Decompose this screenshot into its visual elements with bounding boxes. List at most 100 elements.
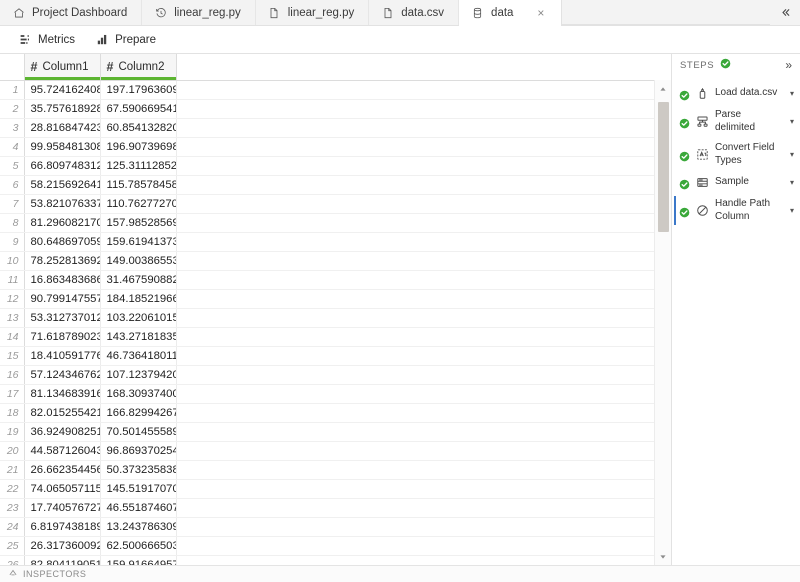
tab-data[interactable]: data × <box>459 0 563 26</box>
prepare-button[interactable]: Prepare <box>87 30 164 50</box>
cell-column1[interactable]: 81.1346839164 <box>24 384 101 404</box>
cell-column2[interactable]: 196.907396981 <box>100 137 177 157</box>
table-row[interactable]: 566.8097483121125.311128524 <box>0 156 654 176</box>
cell-column1[interactable]: 36.924908251 <box>24 422 101 442</box>
table-row[interactable]: 658.2156926413115.785784589 <box>0 175 654 195</box>
cell-column1[interactable]: 95.724162408 <box>24 80 101 100</box>
cell-column2[interactable]: 60.8541328206 <box>100 118 177 138</box>
tab-linear-reg-history[interactable]: linear_reg.py <box>142 0 256 25</box>
table-row[interactable]: 753.8210763379110.762772705 <box>0 194 654 214</box>
cell-column1[interactable]: 53.8210763379 <box>24 194 101 214</box>
scroll-up-icon[interactable] <box>655 80 671 97</box>
cell-column1[interactable]: 58.2156926413 <box>24 175 101 195</box>
cell-column1[interactable]: 90.799147557 <box>24 289 101 309</box>
table-row[interactable]: 2274.065057115145.519170708 <box>0 479 654 499</box>
cell-column2[interactable]: 46.5518746077 <box>100 498 177 518</box>
table-row[interactable]: 235.757618928167.5906695414 <box>0 99 654 119</box>
cell-column1[interactable]: 26.3173600923 <box>24 536 101 556</box>
column-header-column1[interactable]: # Column1 <box>24 54 101 81</box>
cell-column2[interactable]: 31.4675908827 <box>100 270 177 290</box>
cell-column2[interactable]: 67.5906695414 <box>100 99 177 119</box>
cell-column2[interactable]: 110.762772705 <box>100 194 177 214</box>
scrollbar-thumb[interactable] <box>658 102 669 232</box>
cell-column2[interactable]: 184.185219661 <box>100 289 177 309</box>
table-row[interactable]: 1116.863483686831.4675908827 <box>0 270 654 290</box>
cell-column1[interactable]: 28.8168474238 <box>24 118 101 138</box>
cell-column1[interactable]: 17.7405767273 <box>24 498 101 518</box>
scroll-down-icon[interactable] <box>655 548 671 565</box>
table-row[interactable]: 2682.8041190512159.916649576 <box>0 555 654 565</box>
inspectors-label[interactable]: INSPECTORS <box>23 569 86 579</box>
cell-column2[interactable]: 159.916649576 <box>100 555 177 565</box>
table-row[interactable]: 2044.587126043896.8693702549 <box>0 441 654 461</box>
cell-column1[interactable]: 35.7576189281 <box>24 99 101 119</box>
cell-column1[interactable]: 80.6486970595 <box>24 232 101 252</box>
cell-column1[interactable]: 6.8197438189 <box>24 517 101 537</box>
cell-column1[interactable]: 74.065057115 <box>24 479 101 499</box>
table-row[interactable]: 1290.799147557184.185219661 <box>0 289 654 309</box>
cell-column2[interactable]: 125.311128524 <box>100 156 177 176</box>
table-row[interactable]: 980.6486970595159.61941373 <box>0 232 654 252</box>
cell-column2[interactable]: 13.2437863094 <box>100 517 177 537</box>
chevron-down-icon[interactable]: ▾ <box>786 150 794 159</box>
cell-column2[interactable]: 159.61941373 <box>100 232 177 252</box>
table-row[interactable]: 1518.410591776946.7364180117 <box>0 346 654 366</box>
cell-column2[interactable]: 96.8693702549 <box>100 441 177 461</box>
table-row[interactable]: 881.2960821704157.98528569 <box>0 213 654 233</box>
data-grid-scroll-area[interactable]: # Column1 # Column2 1 95.724162408 197.1… <box>0 54 654 565</box>
tab-project-dashboard[interactable]: Project Dashboard <box>0 0 143 25</box>
cell-column1[interactable]: 53.312737012 <box>24 308 101 328</box>
table-row[interactable]: 1078.2528136925149.003865539 <box>0 251 654 271</box>
cell-column2[interactable]: 149.003865539 <box>100 251 177 271</box>
metrics-button[interactable]: Metrics <box>10 30 83 50</box>
table-row[interactable]: 1657.124346762107.123794204 <box>0 365 654 385</box>
grid-vertical-scrollbar[interactable] <box>654 80 671 565</box>
cell-column2[interactable]: 115.785784589 <box>100 175 177 195</box>
chevron-down-icon[interactable]: ▾ <box>786 89 794 98</box>
cell-column2[interactable]: 103.220610158 <box>100 308 177 328</box>
table-row[interactable]: 1882.0152554217166.82994267 <box>0 403 654 423</box>
tab-data-csv[interactable]: data.csv <box>369 0 460 25</box>
table-row[interactable]: 499.9584813087196.907396981 <box>0 137 654 157</box>
chevron-down-icon[interactable]: ▾ <box>786 178 794 187</box>
table-row[interactable]: 328.816847423860.8541328206 <box>0 118 654 138</box>
cell-column1[interactable]: 16.8634836868 <box>24 270 101 290</box>
table-row[interactable]: 2526.317360092362.5006665037 <box>0 536 654 556</box>
cell-column2[interactable]: 50.3732358383 <box>100 460 177 480</box>
step-item-load-data-csv[interactable]: Load data.csv ▾ <box>672 82 800 105</box>
cell-column1[interactable]: 99.9584813087 <box>24 137 101 157</box>
table-row[interactable]: 2126.66235445650.3732358383 <box>0 460 654 480</box>
cell-column2[interactable]: 197.179636092 <box>100 80 177 100</box>
cell-column1[interactable]: 81.2960821704 <box>24 213 101 233</box>
cell-column2[interactable]: 166.82994267 <box>100 403 177 423</box>
step-item-parse-delimited[interactable]: Parse delimited ▾ <box>672 105 800 138</box>
cell-column2[interactable]: 107.123794204 <box>100 365 177 385</box>
table-row[interactable]: 1353.312737012103.220610158 <box>0 308 654 328</box>
cell-column2[interactable]: 145.519170708 <box>100 479 177 499</box>
cell-column1[interactable]: 26.662354456 <box>24 460 101 480</box>
step-item-convert-field-types[interactable]: Convert Field Types ▾ <box>672 138 800 171</box>
chevron-double-right-icon[interactable]: » <box>785 58 792 72</box>
cell-column2[interactable]: 62.5006665037 <box>100 536 177 556</box>
step-item-handle-path-column[interactable]: Handle Path Column ▾ <box>672 194 800 227</box>
cell-column1[interactable]: 78.2528136925 <box>24 251 101 271</box>
table-row[interactable]: 1471.6187890238143.271818357 <box>0 327 654 347</box>
table-row[interactable]: 195.724162408197.179636092 <box>0 80 654 100</box>
cell-column2[interactable]: 168.309374007 <box>100 384 177 404</box>
table-row[interactable]: 1781.1346839164168.309374007 <box>0 384 654 404</box>
cell-column1[interactable]: 44.5871260438 <box>24 441 101 461</box>
table-row[interactable]: 2317.740576727346.5518746077 <box>0 498 654 518</box>
cell-column1[interactable]: 82.0152554217 <box>24 403 101 423</box>
cell-column2[interactable]: 157.98528569 <box>100 213 177 233</box>
step-item-sample[interactable]: Sample ▾ <box>672 171 800 194</box>
cell-column1[interactable]: 57.124346762 <box>24 365 101 385</box>
table-row[interactable]: 1936.92490825170.5014555898 <box>0 422 654 442</box>
column-header-column2[interactable]: # Column2 <box>100 54 177 81</box>
table-row[interactable]: 246.819743818913.2437863094 <box>0 517 654 537</box>
chevron-down-icon[interactable]: ▾ <box>786 117 794 126</box>
cell-column1[interactable]: 71.6187890238 <box>24 327 101 347</box>
cell-column2[interactable]: 70.5014555898 <box>100 422 177 442</box>
cell-column1[interactable]: 18.4105917769 <box>24 346 101 366</box>
chevron-double-left-icon[interactable] <box>770 0 800 25</box>
close-icon[interactable]: × <box>534 6 547 19</box>
